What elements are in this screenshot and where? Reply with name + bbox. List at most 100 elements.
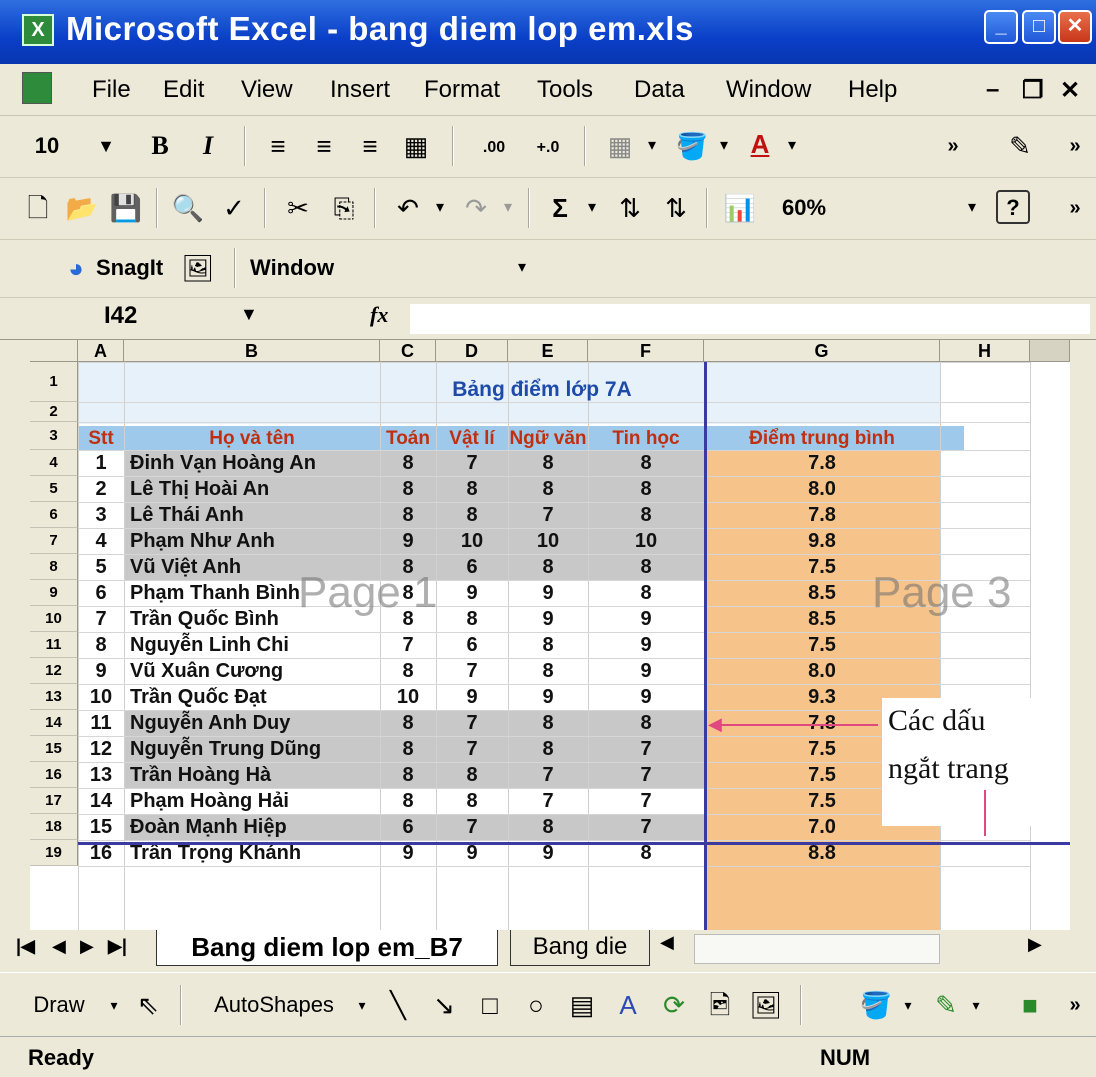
column-header-d[interactable]: D <box>436 340 508 362</box>
table-cell[interactable]: Phạm Như Anh <box>124 530 380 553</box>
snagit-button[interactable]: SnagIt <box>96 248 176 288</box>
table-cell[interactable]: 8 <box>380 790 436 813</box>
table-cell[interactable]: Lê Thái Anh <box>124 504 380 527</box>
autoshapes-menu-button[interactable]: AutoShapes <box>194 985 354 1025</box>
table-cell[interactable]: 7 <box>380 634 436 657</box>
table-cell[interactable]: 7 <box>508 504 588 527</box>
column-header-h[interactable]: H <box>940 340 1030 362</box>
new-file-icon[interactable]: 🗋 <box>18 188 58 228</box>
table-cell[interactable]: 9 <box>436 582 508 605</box>
column-header-e[interactable]: E <box>508 340 588 362</box>
table-cell[interactable]: 6 <box>436 634 508 657</box>
select-all-corner[interactable] <box>30 340 78 362</box>
table-cell[interactable]: Trần Quốc Đạt <box>124 686 380 709</box>
save-icon[interactable]: 💾 <box>106 188 146 228</box>
column-header-c[interactable]: C <box>380 340 436 362</box>
table-cell[interactable]: 6 <box>380 816 436 839</box>
table-cell[interactable]: Nguyễn Anh Duy <box>124 712 380 735</box>
menu-view[interactable]: View <box>241 76 293 104</box>
chevron-down-icon[interactable]: ▾ <box>428 188 452 228</box>
table-cell[interactable]: 7 <box>508 790 588 813</box>
chevron-down-icon[interactable]: ▾ <box>780 126 804 166</box>
chevron-down-icon[interactable]: ▾ <box>712 126 736 166</box>
doc-close-button[interactable]: ✕ <box>1060 76 1080 105</box>
font-color-icon[interactable]: A <box>740 124 780 164</box>
table-cell[interactable]: 7 <box>436 816 508 839</box>
vertical-scrollbar[interactable] <box>1030 340 1070 362</box>
table-cell[interactable]: 12 <box>78 738 124 761</box>
table-cell[interactable]: 8.0 <box>704 478 940 501</box>
line-icon[interactable]: ╲ <box>378 985 418 1025</box>
table-cell[interactable]: 8 <box>508 452 588 475</box>
table-cell[interactable]: 7 <box>588 790 704 813</box>
table-cell[interactable]: 8 <box>508 738 588 761</box>
increase-decimal-icon[interactable]: .00 <box>470 128 518 168</box>
table-cell[interactable]: 8 <box>588 452 704 475</box>
row-header[interactable]: 10 <box>30 606 78 632</box>
table-cell[interactable]: 9 <box>436 686 508 709</box>
table-cell[interactable]: 8 <box>588 582 704 605</box>
table-cell[interactable]: Lê Thị Hoài An <box>124 478 380 501</box>
table-cell[interactable]: Đinh Vạn Hoàng An <box>124 452 380 475</box>
table-cell[interactable]: 9 <box>380 842 436 865</box>
table-cell[interactable]: 9 <box>508 582 588 605</box>
chevron-down-icon[interactable]: ▼ <box>240 304 258 325</box>
row-header[interactable]: 8 <box>30 554 78 580</box>
column-header-b[interactable]: B <box>124 340 380 362</box>
spelling-icon[interactable]: ✓ <box>214 188 254 228</box>
sheet-tab[interactable]: Bang die <box>510 930 650 966</box>
row-header[interactable]: 15 <box>30 736 78 762</box>
table-cell[interactable]: 7 <box>436 452 508 475</box>
table-cell[interactable]: 6 <box>436 556 508 579</box>
table-cell[interactable]: Nguyễn Trung Dũng <box>124 738 380 761</box>
menu-help[interactable]: Help <box>848 76 897 104</box>
table-cell[interactable]: 8 <box>508 660 588 683</box>
table-cell[interactable]: 8.8 <box>704 842 940 865</box>
chevron-down-icon[interactable]: ▾ <box>640 126 664 166</box>
table-cell[interactable]: 7.8 <box>704 452 940 475</box>
menu-edit[interactable]: Edit <box>163 76 204 104</box>
diagram-icon[interactable]: ⟳ <box>654 985 694 1025</box>
oval-icon[interactable]: ○ <box>516 985 556 1025</box>
chevron-down-icon[interactable]: ▾ <box>960 188 984 228</box>
row-header[interactable]: 19 <box>30 840 78 866</box>
table-cell[interactable]: 7.8 <box>704 504 940 527</box>
row-header[interactable]: 9 <box>30 580 78 606</box>
chevron-down-icon[interactable]: ▾ <box>898 985 918 1025</box>
redo-icon[interactable]: ↷ <box>456 188 496 228</box>
chart-wizard-icon[interactable]: 📊 <box>720 188 760 228</box>
table-cell[interactable]: 8 <box>380 764 436 787</box>
table-cell[interactable]: 8 <box>78 634 124 657</box>
row-header[interactable]: 4 <box>30 450 78 476</box>
name-box[interactable]: I42 <box>104 302 137 330</box>
worksheet-grid[interactable]: A B C D E F G H 1 2 3 4 5 6 7 8 9 10 11 12 13 14 15 16 1… <box>30 340 1070 930</box>
chevron-down-icon[interactable]: ▼ <box>92 126 120 166</box>
table-cell[interactable]: Trần Hoàng Hà <box>124 764 380 787</box>
table-cell[interactable]: Đoàn Mạnh Hiệp <box>124 816 380 839</box>
sort-descending-icon[interactable]: ⇅ <box>656 188 696 228</box>
row-header[interactable]: 12 <box>30 658 78 684</box>
chevron-down-icon[interactable]: ▾ <box>966 985 986 1025</box>
table-cell[interactable]: Nguyễn Linh Chi <box>124 634 380 657</box>
table-cell[interactable]: 8.0 <box>704 660 940 683</box>
last-sheet-icon[interactable]: ▶| <box>108 936 127 957</box>
row-header[interactable]: 13 <box>30 684 78 710</box>
chevron-down-icon[interactable]: ▾ <box>496 188 520 228</box>
table-cell[interactable]: 8 <box>508 478 588 501</box>
borders-icon[interactable]: ▦ <box>600 126 640 166</box>
table-cell[interactable]: 8 <box>588 712 704 735</box>
table-cell[interactable]: 7.5 <box>704 634 940 657</box>
doc-minimize-button[interactable]: – <box>986 76 999 104</box>
row-header[interactable]: 17 <box>30 788 78 814</box>
copy-icon[interactable]: ⎘ <box>324 188 364 228</box>
snagit-window-select[interactable]: Window <box>250 248 370 288</box>
insert-picture-icon[interactable]: 🖼 <box>746 985 786 1025</box>
table-cell[interactable]: 9 <box>588 608 704 631</box>
3d-style-icon[interactable]: ■ <box>1010 985 1050 1025</box>
table-cell[interactable]: 9 <box>508 686 588 709</box>
workbook-icon[interactable] <box>22 72 52 104</box>
prev-sheet-icon[interactable]: ◀ <box>52 936 66 957</box>
select-objects-icon[interactable]: ⇖ <box>128 985 168 1025</box>
table-cell[interactable]: 8 <box>380 452 436 475</box>
table-cell[interactable]: 9.8 <box>704 530 940 553</box>
